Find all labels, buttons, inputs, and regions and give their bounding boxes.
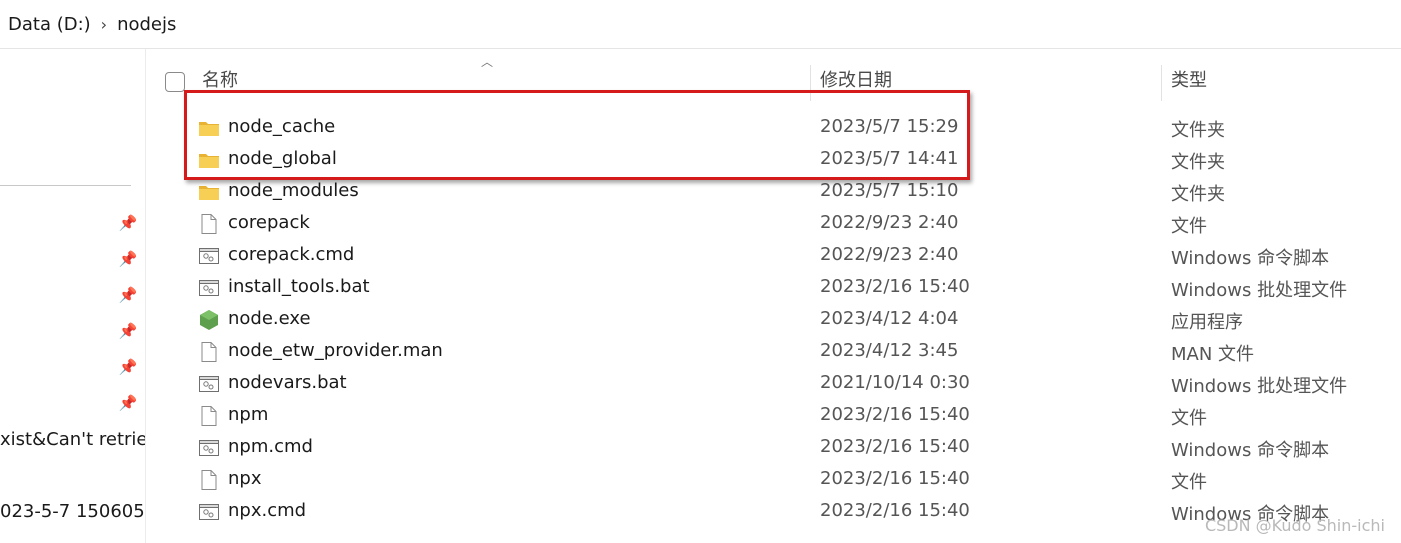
file-type: MAN 文件 (1171, 344, 1255, 365)
watermark: CSDN @Kudo Shin-ichi (1204, 516, 1385, 535)
nodejs-icon (198, 309, 220, 331)
nav-item[interactable]: 023-5-7 150605 (0, 501, 145, 522)
file-row[interactable]: node_modules 2023/5/7 15:10 文件夹 (146, 176, 1401, 208)
select-all-checkbox[interactable] (165, 72, 185, 92)
file-type: 文件夹 (1171, 184, 1225, 205)
file-row[interactable]: node_cache 2023/5/7 15:29 文件夹 (146, 112, 1401, 144)
file-row[interactable]: npx 2023/2/16 15:40 文件 (146, 464, 1401, 496)
file-row[interactable]: corepack 2022/9/23 2:40 文件 (146, 208, 1401, 240)
file-row[interactable]: npm 2023/2/16 15:40 文件 (146, 400, 1401, 432)
file-modified-date: 2023/5/7 14:41 (820, 148, 959, 169)
file-type: Windows 命令脚本 (1171, 248, 1330, 269)
script-file-icon (198, 245, 220, 267)
script-file-icon (198, 437, 220, 459)
file-row[interactable]: corepack.cmd 2022/9/23 2:40 Windows 命令脚本 (146, 240, 1401, 272)
pin-icon[interactable]: 📌 (118, 213, 138, 233)
file-name: npm.cmd (228, 436, 313, 457)
file-type: Windows 命令脚本 (1171, 440, 1330, 461)
navigation-pane: 📌 📌 📌 📌 📌 📌 xist&Can't retriev 023-5-7 1… (0, 49, 146, 543)
pin-icon[interactable]: 📌 (118, 393, 138, 413)
column-header: 名称 修改日期 类型 (146, 65, 1401, 101)
script-file-icon (198, 373, 220, 395)
file-modified-date: 2023/2/16 15:40 (820, 276, 970, 297)
file-type: 文件 (1171, 216, 1207, 237)
script-file-icon (198, 277, 220, 299)
file-name: npx.cmd (228, 500, 307, 521)
file-name: npm (228, 404, 269, 425)
breadcrumb-drive[interactable]: Data (D:) (0, 14, 91, 35)
file-modified-date: 2023/4/12 4:04 (820, 308, 959, 329)
column-name-header[interactable]: 名称 (202, 65, 238, 101)
file-modified-date: 2023/2/16 15:40 (820, 404, 970, 425)
file-icon (198, 405, 220, 427)
file-name: node_global (228, 148, 337, 169)
breadcrumb-folder[interactable]: nodejs (117, 14, 176, 35)
pin-icon[interactable]: 📌 (118, 321, 138, 341)
file-icon (198, 341, 220, 363)
column-divider[interactable] (1161, 65, 1162, 101)
folder-icon (198, 149, 220, 171)
file-modified-date: 2021/10/14 0:30 (820, 372, 970, 393)
file-type: 文件夹 (1171, 152, 1225, 173)
file-type: 文件 (1171, 408, 1207, 429)
file-icon (198, 213, 220, 235)
file-modified-date: 2023/2/16 15:40 (820, 436, 970, 457)
column-divider[interactable] (810, 65, 811, 101)
file-name: nodevars.bat (228, 372, 347, 393)
chevron-right-icon[interactable]: › (101, 15, 107, 34)
file-name: npx (228, 468, 262, 489)
file-rows: node_cache 2023/5/7 15:29 文件夹 node_global 20… (146, 112, 1401, 528)
file-icon (198, 469, 220, 491)
nav-divider (0, 185, 131, 186)
file-modified-date: 2023/4/12 3:45 (820, 340, 959, 361)
file-modified-date: 2023/5/7 15:10 (820, 180, 959, 201)
file-modified-date: 2023/5/7 15:29 (820, 116, 959, 137)
file-name: corepack.cmd (228, 244, 355, 265)
column-type-header[interactable]: 类型 (1171, 65, 1207, 101)
file-type: 应用程序 (1171, 312, 1243, 333)
file-row[interactable]: node.exe 2023/4/12 4:04 应用程序 (146, 304, 1401, 336)
file-name: node_etw_provider.man (228, 340, 443, 361)
file-row[interactable]: nodevars.bat 2021/10/14 0:30 Windows 批处理文件 (146, 368, 1401, 400)
script-file-icon (198, 501, 220, 523)
file-name: corepack (228, 212, 310, 233)
file-type: Windows 批处理文件 (1171, 376, 1348, 397)
file-row[interactable]: npm.cmd 2023/2/16 15:40 Windows 命令脚本 (146, 432, 1401, 464)
file-type: 文件 (1171, 472, 1207, 493)
file-type: 文件夹 (1171, 120, 1225, 141)
file-name: node_modules (228, 180, 359, 201)
file-name: install_tools.bat (228, 276, 370, 297)
file-modified-date: 2023/2/16 15:40 (820, 500, 970, 521)
breadcrumb: Data (D:) › nodejs (0, 0, 1401, 49)
pin-icon[interactable]: 📌 (118, 249, 138, 269)
file-row[interactable]: install_tools.bat 2023/2/16 15:40 Windows … (146, 272, 1401, 304)
file-name: node_cache (228, 116, 336, 137)
file-modified-date: 2022/9/23 2:40 (820, 212, 959, 233)
pin-icon[interactable]: 📌 (118, 357, 138, 377)
file-row[interactable]: node_global 2023/5/7 14:41 文件夹 (146, 144, 1401, 176)
file-modified-date: 2022/9/23 2:40 (820, 244, 959, 265)
file-name: node.exe (228, 308, 311, 329)
column-date-header[interactable]: 修改日期 (820, 65, 892, 101)
file-modified-date: 2023/2/16 15:40 (820, 468, 970, 489)
file-type: Windows 批处理文件 (1171, 280, 1348, 301)
folder-icon (198, 181, 220, 203)
pin-icon[interactable]: 📌 (118, 285, 138, 305)
file-row[interactable]: node_etw_provider.man 2023/4/12 3:45 MAN 文… (146, 336, 1401, 368)
file-list-pane: ︿ 名称 修改日期 类型 node_cache 2023/5/7 15:29 文件夹… (146, 49, 1401, 543)
nav-item[interactable]: xist&Can't retriev (0, 429, 145, 450)
folder-icon (198, 117, 220, 139)
